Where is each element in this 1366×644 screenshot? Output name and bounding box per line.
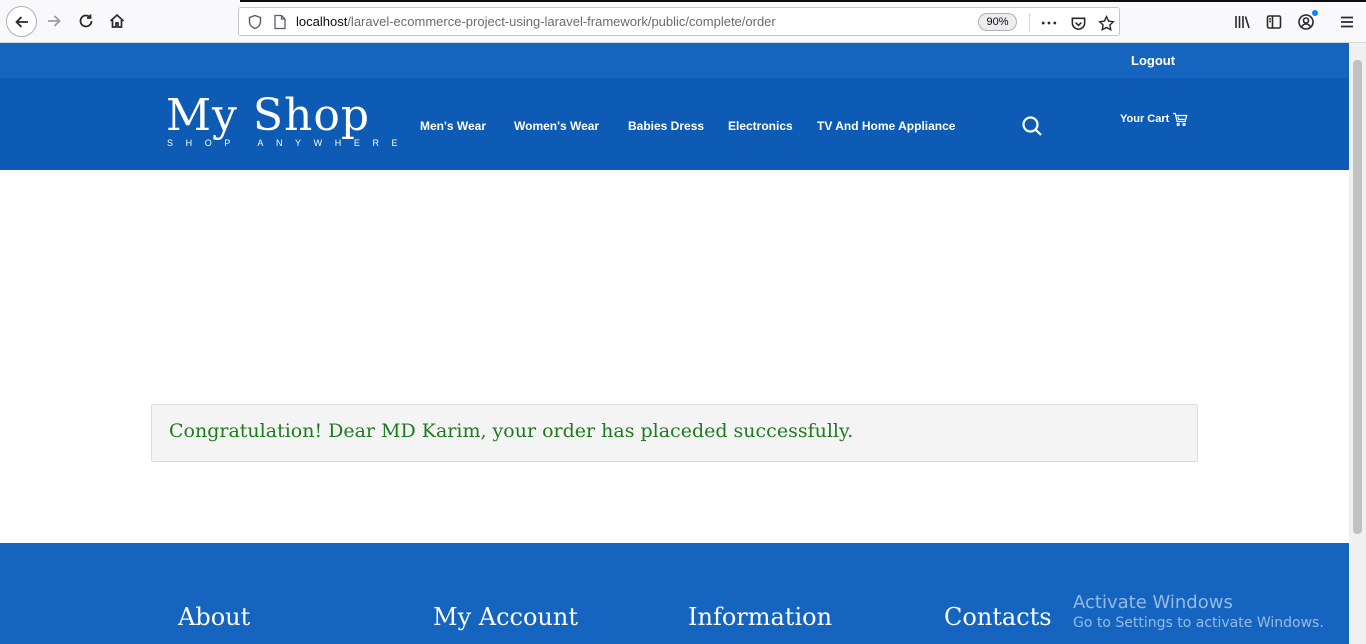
sync-badge [1312, 10, 1318, 16]
nav-item-tv-home-appliance[interactable]: TV And Home Appliance [817, 119, 955, 133]
url-bar[interactable]: localhost/laravel-ecommerce-project-usin… [238, 7, 1120, 36]
home-icon[interactable] [103, 7, 131, 35]
zoom-badge[interactable]: 90% [978, 13, 1017, 31]
star-icon[interactable] [1096, 13, 1116, 33]
library-icon[interactable] [1231, 11, 1253, 33]
footer-heading-my-account: My Account [433, 603, 578, 631]
top-strip: Logout [0, 43, 1349, 78]
site-logo[interactable]: My Shop SHOP ANYWHERE [166, 90, 398, 149]
url-text[interactable]: localhost/laravel-ecommerce-project-usin… [296, 14, 776, 29]
url-divider [1029, 13, 1030, 32]
site-header: My Shop SHOP ANYWHERE Men's Wear Women's… [0, 78, 1349, 170]
more-icon[interactable] [1039, 13, 1059, 33]
search-icon[interactable] [1021, 115, 1043, 137]
logout-link[interactable]: Logout [1131, 53, 1175, 68]
footer-heading-contacts: Contacts [944, 603, 1052, 631]
account-icon[interactable] [1295, 10, 1318, 33]
browser-toolbar: localhost/laravel-ecommerce-project-usin… [0, 0, 1366, 43]
watermark-subtitle: Go to Settings to activate Windows. [1073, 615, 1324, 631]
pocket-icon[interactable] [1068, 13, 1088, 33]
footer-heading-about: About [178, 603, 251, 631]
nav-item-womens-wear[interactable]: Women's Wear [514, 119, 599, 133]
nav-item-electronics[interactable]: Electronics [728, 119, 793, 133]
reload-icon[interactable] [72, 7, 100, 35]
logo-tagline: SHOP ANYWHERE [167, 138, 411, 148]
menu-icon[interactable] [1336, 11, 1358, 33]
cart-icon [1173, 112, 1188, 127]
url-host: localhost [296, 14, 348, 29]
cart-link[interactable]: Your Cart [1120, 111, 1188, 127]
page-icon[interactable] [273, 14, 287, 30]
footer-heading-information: Information [688, 603, 833, 631]
shield-icon[interactable] [247, 14, 263, 30]
back-icon[interactable] [6, 6, 37, 37]
watermark-title: Activate Windows [1073, 592, 1233, 613]
nav-item-mens-wear[interactable]: Men's Wear [420, 119, 486, 133]
windows-activation-watermark: Activate Windows Go to Settings to activ… [1073, 592, 1324, 631]
tab-accent-line [240, 0, 1366, 2]
forward-icon[interactable] [40, 7, 68, 35]
sidebar-icon[interactable] [1263, 11, 1285, 33]
cart-label: Your Cart [1120, 113, 1170, 125]
page-viewport: Logout My Shop SHOP ANYWHERE Men's Wear … [0, 43, 1349, 644]
logo-title: My Shop [166, 90, 371, 141]
order-success-alert: Congratulation! Dear MD Karim, your orde… [151, 404, 1198, 462]
nav-item-babies-dress[interactable]: Babies Dress [628, 119, 704, 133]
page-scrollbar[interactable] [1349, 43, 1366, 644]
order-success-message: Congratulation! Dear MD Karim, your orde… [169, 420, 854, 442]
url-path: /laravel-ecommerce-project-using-laravel… [347, 14, 776, 29]
scrollbar-thumb[interactable] [1353, 60, 1362, 534]
